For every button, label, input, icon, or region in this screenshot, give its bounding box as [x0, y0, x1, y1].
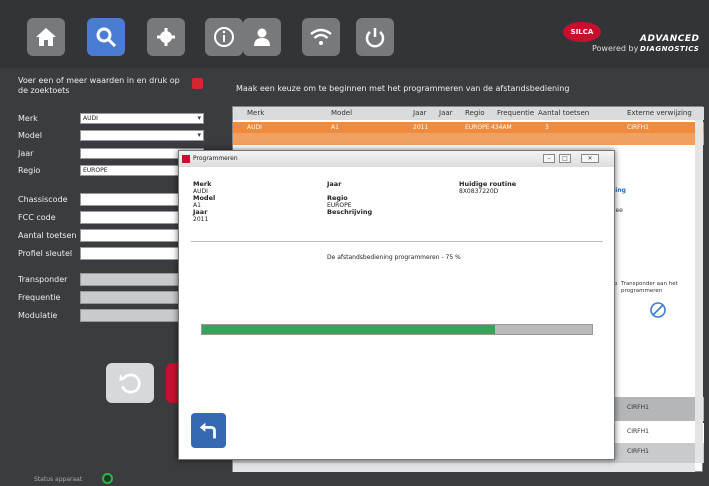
merk-label: Merk — [193, 180, 212, 188]
regio-label: Regio — [327, 194, 348, 202]
app-icon — [182, 155, 190, 163]
cell: A1 — [331, 124, 339, 131]
col-frequentie: Frequentie — [497, 109, 535, 117]
cell: CIRFH1 — [627, 404, 649, 411]
model-label: Model — [193, 194, 216, 202]
cell: CIRFH1 — [627, 428, 649, 435]
minimize-button[interactable]: – — [543, 154, 555, 163]
label-merk: Merk — [18, 114, 38, 123]
search-button[interactable] — [87, 18, 125, 56]
status-led-icon — [102, 473, 113, 484]
dialog-title: Programmeren — [193, 155, 238, 162]
brand-logo: ADVANCED DIAGNOSTICS — [640, 34, 700, 54]
label-frequentie: Frequentie — [18, 293, 61, 302]
search-prompt: Voer een of meer waarden in en druk op d… — [18, 76, 180, 95]
label-model: Model — [18, 131, 43, 140]
routine-info: Huidige routine 8X0837220D — [459, 180, 517, 196]
col-transponder: Transponder aan het programmeren — [621, 281, 678, 294]
col-model: Model — [331, 109, 353, 117]
label-transponder: Transponder — [18, 275, 68, 284]
routine-label: Huidige routine — [459, 180, 517, 188]
label-jaar: Jaar — [18, 149, 34, 158]
progress-text: De afstandsbediening programmeren - 75 % — [327, 254, 461, 261]
col-aantal-toetsen: Aantal toetsen — [538, 109, 590, 117]
back-arrow-icon — [199, 422, 216, 438]
cell: 434AM — [491, 124, 512, 131]
routine-value: 8X0837220D — [459, 188, 499, 195]
home-button[interactable] — [27, 18, 65, 56]
label-fcc: FCC code — [18, 213, 56, 222]
cell: 2011 — [413, 124, 429, 131]
silca-logo: SILCA — [563, 22, 601, 42]
search-submit-icon[interactable] — [192, 78, 203, 89]
settings-button[interactable] — [147, 18, 185, 56]
label-chassiscode: Chassiscode — [18, 195, 68, 204]
wifi-button[interactable] — [302, 18, 340, 56]
cell: 3 — [545, 124, 549, 131]
cell: AUDI — [247, 124, 262, 131]
label-aantal-toetsen: Aantal toetsen — [18, 231, 77, 240]
power-icon — [365, 28, 385, 48]
powered-by-text: Powered by — [592, 44, 639, 53]
jaar2-label: Jaar — [327, 180, 342, 188]
vertical-scrollbar[interactable] — [695, 120, 703, 463]
merk-info: Merk AUDI Model A1 Jaar 2011 — [193, 180, 216, 224]
power-button[interactable] — [356, 18, 394, 56]
search-icon — [96, 27, 117, 48]
regio-info: Jaar Regio EUROPE Beschrijving — [327, 181, 372, 216]
programmeren-dialog: Programmeren – □ ✕ Merk AUDI Model A1 Ja… — [178, 150, 615, 460]
maximize-button[interactable]: □ — [559, 154, 571, 163]
label-profiel: Profiel sleutel — [18, 249, 73, 258]
status-label: Status apparaat — [34, 476, 83, 483]
back-button[interactable] — [191, 413, 226, 448]
main-instruction: Maak een keuze om te beginnen met het pr… — [236, 84, 570, 93]
table-row-highlight — [233, 133, 704, 145]
user-button[interactable] — [243, 18, 281, 56]
undo-icon — [119, 373, 141, 394]
merk-select[interactable]: AUDI — [80, 113, 204, 124]
col-merk: Merk — [247, 109, 265, 117]
no-transponder-icon — [650, 302, 666, 318]
horizontal-scrollbar[interactable] — [233, 463, 695, 472]
col-regio: Regio — [465, 109, 485, 117]
model-select[interactable] — [80, 130, 204, 141]
label-regio: Regio — [18, 166, 41, 175]
info-button[interactable] — [205, 18, 243, 56]
brand-line2: DIAGNOSTICS — [640, 45, 700, 53]
reset-button[interactable] — [106, 363, 154, 403]
gear-icon — [157, 28, 175, 46]
cell: CIRFH1 — [627, 124, 649, 131]
cell: EUROPE — [465, 124, 490, 131]
col-jaar2: Jaar — [439, 109, 453, 117]
beschrijving-label: Beschrijving — [327, 208, 373, 216]
jaar-value: 2011 — [193, 216, 209, 223]
table-header: Merk Model Jaar Jaar Regio Frequentie Aa… — [233, 107, 704, 120]
progress-fill — [202, 325, 495, 334]
wifi-icon — [310, 28, 332, 45]
top-toolbar: SILCA Powered by ADVANCED DIAGNOSTICS — [0, 0, 709, 68]
table-row[interactable]: AUDI A1 2011 EUROPE 434AM 3 CIRFH1 — [233, 122, 704, 133]
jaar-label: Jaar — [193, 208, 208, 216]
col-externe: Externe verwijzing — [627, 109, 692, 117]
brand-line1: ADVANCED — [640, 34, 700, 44]
home-icon — [36, 28, 56, 46]
divider — [191, 241, 603, 242]
info-icon — [214, 27, 234, 47]
close-button[interactable]: ✕ — [581, 154, 599, 163]
user-icon — [254, 28, 270, 46]
cell: CIRFH1 — [627, 448, 649, 455]
col-jaar: Jaar — [413, 109, 427, 117]
progress-bar — [201, 324, 593, 335]
dialog-titlebar: Programmeren – □ ✕ — [179, 151, 614, 167]
label-modulatie: Modulatie — [18, 311, 58, 320]
